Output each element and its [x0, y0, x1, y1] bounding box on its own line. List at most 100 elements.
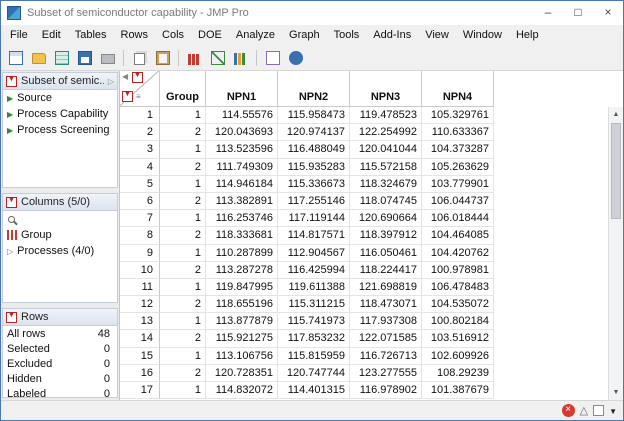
- table-cell[interactable]: 118.224417: [350, 261, 422, 279]
- table-cell[interactable]: 122.254992: [350, 124, 422, 142]
- table-cell[interactable]: 100.802184: [422, 313, 494, 331]
- table-cell[interactable]: 113.382891: [206, 192, 278, 211]
- table-cell[interactable]: 100.978981: [422, 261, 494, 279]
- close-button[interactable]: ×: [593, 1, 623, 25]
- help-icon[interactable]: [285, 47, 306, 68]
- column-item-processes-4-0[interactable]: Processes (4/0): [3, 243, 117, 259]
- table-cell[interactable]: 105.263629: [422, 158, 494, 176]
- table-cell[interactable]: 119.611388: [278, 278, 350, 297]
- scroll-up-icon[interactable]: ▲: [609, 107, 623, 122]
- column-header-npn2[interactable]: NPN2: [278, 71, 350, 107]
- save-icon[interactable]: [74, 47, 95, 68]
- table-cell[interactable]: 1: [160, 210, 206, 228]
- table-cell[interactable]: 113.287278: [206, 261, 278, 279]
- table-cell[interactable]: 113.877879: [206, 313, 278, 331]
- print-icon[interactable]: [97, 47, 118, 68]
- table-cell[interactable]: 121.698819: [350, 278, 422, 297]
- table-cell[interactable]: 2: [160, 296, 206, 314]
- sidebar-item-process-capability[interactable]: Process Capability: [3, 106, 117, 122]
- column-item-group[interactable]: Group: [3, 227, 117, 243]
- table-cell[interactable]: 116.726713: [350, 347, 422, 365]
- row-number[interactable]: 3: [120, 141, 160, 159]
- row-number[interactable]: 9: [120, 244, 160, 262]
- table-cell[interactable]: 106.478483: [422, 278, 494, 297]
- row-number[interactable]: 2: [120, 124, 160, 142]
- table-cell[interactable]: 2: [160, 364, 206, 382]
- menu-item-tools[interactable]: Tools: [327, 25, 367, 45]
- minimize-button[interactable]: –: [533, 1, 563, 25]
- table-cell[interactable]: 2: [160, 192, 206, 211]
- table-cell[interactable]: 1: [160, 347, 206, 365]
- row-number[interactable]: 14: [120, 330, 160, 348]
- table-cell[interactable]: 115.572158: [350, 158, 422, 176]
- table-cell[interactable]: 106.044737: [422, 192, 494, 211]
- table-cell[interactable]: 120.974137: [278, 124, 350, 142]
- row-number[interactable]: 4: [120, 158, 160, 176]
- table-cell[interactable]: 116.253746: [206, 210, 278, 228]
- table-cell[interactable]: 110.287899: [206, 244, 278, 262]
- table-cell[interactable]: 114.55576: [206, 107, 278, 125]
- menu-item-file[interactable]: File: [3, 25, 35, 45]
- row-number[interactable]: 12: [120, 296, 160, 314]
- new-data-table-icon[interactable]: [5, 47, 26, 68]
- column-header-npn1[interactable]: NPN1: [206, 71, 278, 107]
- error-status-icon[interactable]: [561, 404, 575, 417]
- menu-item-graph[interactable]: Graph: [282, 25, 327, 45]
- table-cell[interactable]: 1: [160, 175, 206, 193]
- row-number[interactable]: 10: [120, 261, 160, 279]
- column-header-group[interactable]: Group: [160, 71, 206, 107]
- menu-item-analyze[interactable]: Analyze: [229, 25, 282, 45]
- table-cell[interactable]: 116.050461: [350, 244, 422, 262]
- table-cell[interactable]: 120.690664: [350, 210, 422, 228]
- menu-item-rows[interactable]: Rows: [114, 25, 156, 45]
- table-cell[interactable]: 114.401315: [278, 382, 350, 400]
- table-cell[interactable]: 103.516912: [422, 330, 494, 348]
- red-triangle-menu-icon[interactable]: [6, 75, 17, 87]
- table-cell[interactable]: 108.29239: [422, 364, 494, 382]
- table-cell[interactable]: 111.749309: [206, 158, 278, 176]
- import-icon[interactable]: [51, 47, 72, 68]
- menu-item-cols[interactable]: Cols: [155, 25, 191, 45]
- table-cell[interactable]: 117.853232: [278, 330, 350, 348]
- table-cell[interactable]: 104.464085: [422, 227, 494, 245]
- table-cell[interactable]: 104.373287: [422, 141, 494, 159]
- table-cell[interactable]: 2: [160, 330, 206, 348]
- menu-item-add-ins[interactable]: Add-Ins: [366, 25, 418, 45]
- row-number[interactable]: 8: [120, 227, 160, 245]
- sidebar-item-process-screening[interactable]: Process Screening: [3, 122, 117, 138]
- open-icon[interactable]: [28, 47, 49, 68]
- menu-item-tables[interactable]: Tables: [68, 25, 114, 45]
- collapse-panel-icon[interactable]: [122, 73, 128, 81]
- table-cell[interactable]: 116.488049: [278, 141, 350, 159]
- table-cell[interactable]: 103.779901: [422, 175, 494, 193]
- row-number[interactable]: 17: [120, 382, 160, 400]
- table-cell[interactable]: 115.311215: [278, 296, 350, 314]
- table-cell[interactable]: 117.119144: [278, 210, 350, 228]
- table-cell[interactable]: 120.747744: [278, 364, 350, 382]
- table-cell[interactable]: 1: [160, 278, 206, 297]
- menu-item-doe[interactable]: DOE: [191, 25, 229, 45]
- graph-builder-icon[interactable]: [230, 47, 251, 68]
- row-number[interactable]: 11: [120, 278, 160, 297]
- columns-search-box[interactable]: [3, 211, 117, 227]
- rows-panel-header[interactable]: Rows: [3, 309, 117, 326]
- table-cell[interactable]: 114.946184: [206, 175, 278, 193]
- table-cell[interactable]: 2: [160, 124, 206, 142]
- caution-status-icon[interactable]: [580, 404, 588, 417]
- columns-menu-icon[interactable]: [132, 72, 143, 83]
- table-cell[interactable]: 1: [160, 313, 206, 331]
- table-cell[interactable]: 118.074745: [350, 192, 422, 211]
- paste-icon[interactable]: [152, 47, 173, 68]
- table-cell[interactable]: 106.018444: [422, 210, 494, 228]
- fit-y-by-x-icon[interactable]: [207, 47, 228, 68]
- red-triangle-menu-icon[interactable]: [6, 311, 17, 323]
- row-number[interactable]: 7: [120, 210, 160, 228]
- table-cell[interactable]: 113.106756: [206, 347, 278, 365]
- table-cell[interactable]: 104.535072: [422, 296, 494, 314]
- table-cell[interactable]: 114.817571: [278, 227, 350, 245]
- vertical-scrollbar[interactable]: ▲ ▼: [608, 107, 623, 400]
- sidebar-item-source[interactable]: Source: [3, 90, 117, 106]
- table-cell[interactable]: 101.387679: [422, 382, 494, 400]
- table-cell[interactable]: 116.978902: [350, 382, 422, 400]
- table-cell[interactable]: 118.324679: [350, 175, 422, 193]
